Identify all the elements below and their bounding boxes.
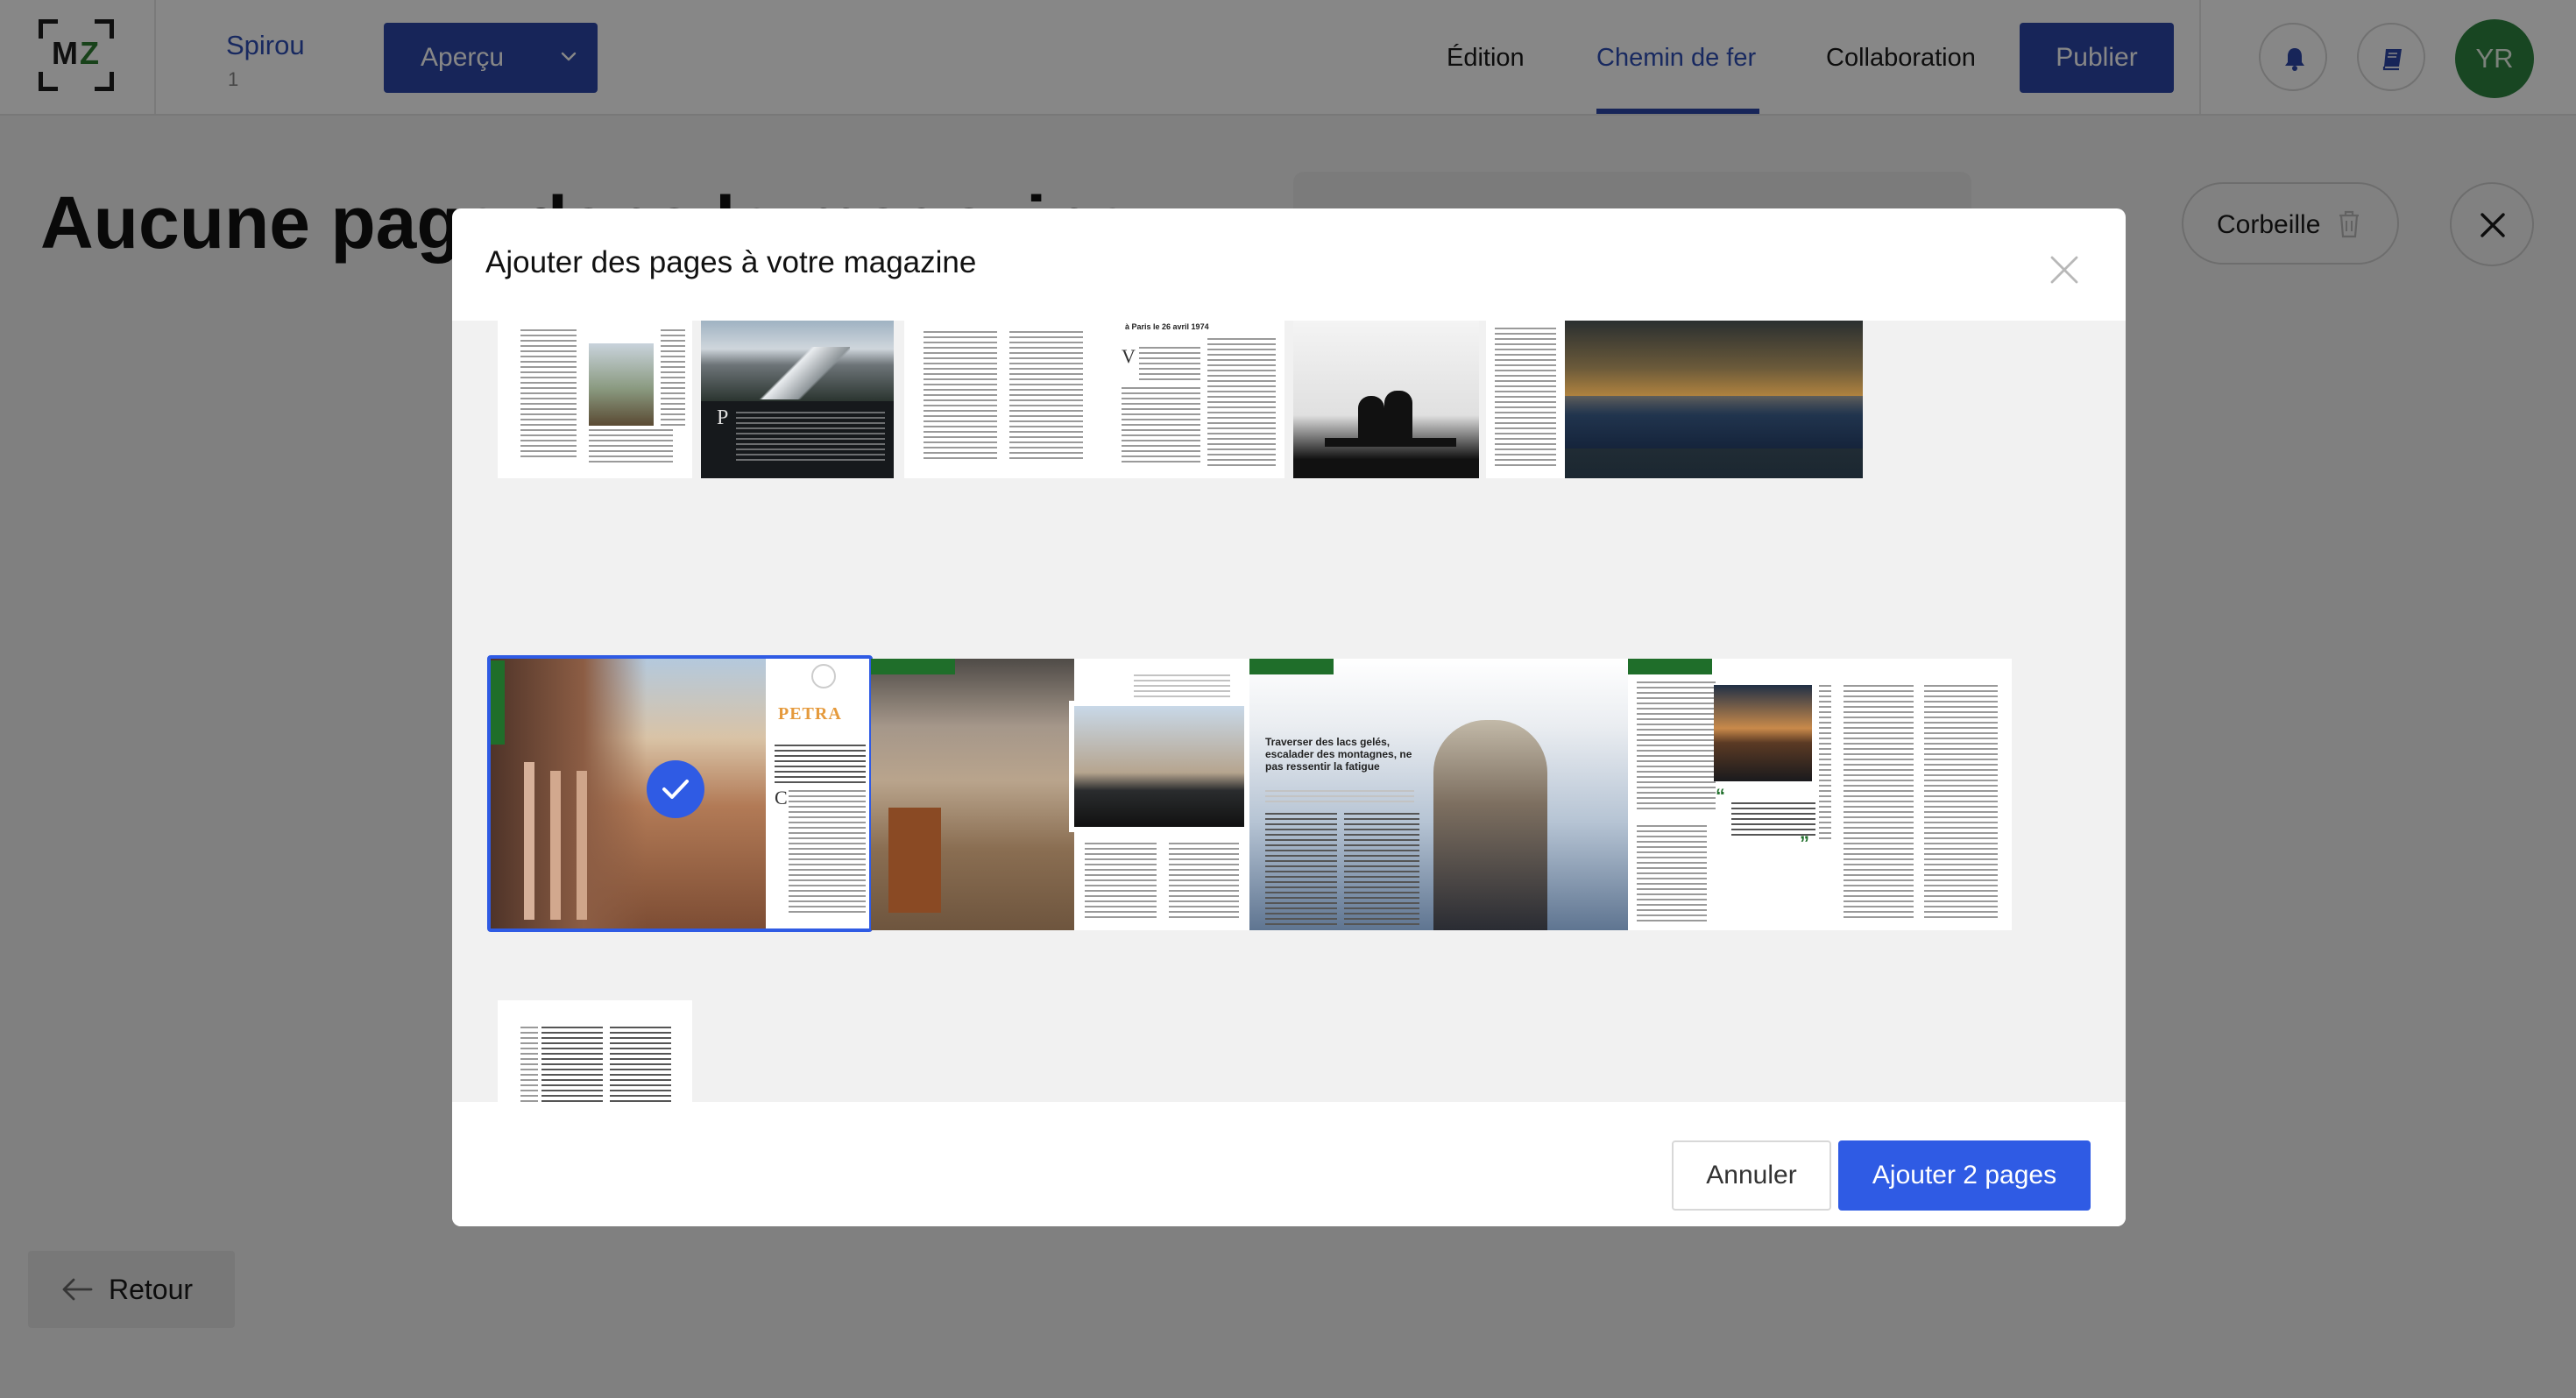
add-pages-button[interactable]: Ajouter 2 pages (1838, 1140, 2091, 1211)
check-icon (662, 780, 689, 799)
add-pages-modal: Ajouter des pages à votre magazine P à P… (452, 208, 2126, 1226)
close-icon[interactable] (2049, 254, 2080, 286)
page-thumbnail[interactable] (1565, 321, 1863, 478)
modal-footer: Annuler Ajouter 2 pages (452, 1102, 2126, 1226)
page-spread-lakes[interactable]: Traverser des lacs gelés, escalader des … (1249, 659, 1628, 930)
selected-check[interactable] (647, 760, 704, 818)
page-thumbnail[interactable]: P (701, 321, 894, 478)
page-thumbnail[interactable] (498, 1000, 692, 1102)
page-thumbnail[interactable] (1293, 321, 1479, 478)
page-thumbnail[interactable]: à Paris le 26 avril 1974 V (1099, 321, 1284, 478)
spread-headline: Traverser des lacs gelés, escalader des … (1265, 736, 1412, 773)
page-thumbnail[interactable] (904, 321, 1099, 478)
page-thumbnail[interactable] (1486, 321, 1565, 478)
pages-grid[interactable]: P à Paris le 26 avril 1974 V PETRA C Tra… (452, 321, 2126, 1102)
page-thumbnail[interactable] (498, 321, 692, 478)
page-spread-car[interactable]: “ ” (1628, 659, 2012, 930)
modal-title: Ajouter des pages à votre magazine (485, 245, 977, 279)
cancel-button[interactable]: Annuler (1672, 1140, 1831, 1211)
page-spread-road[interactable] (871, 659, 1249, 930)
